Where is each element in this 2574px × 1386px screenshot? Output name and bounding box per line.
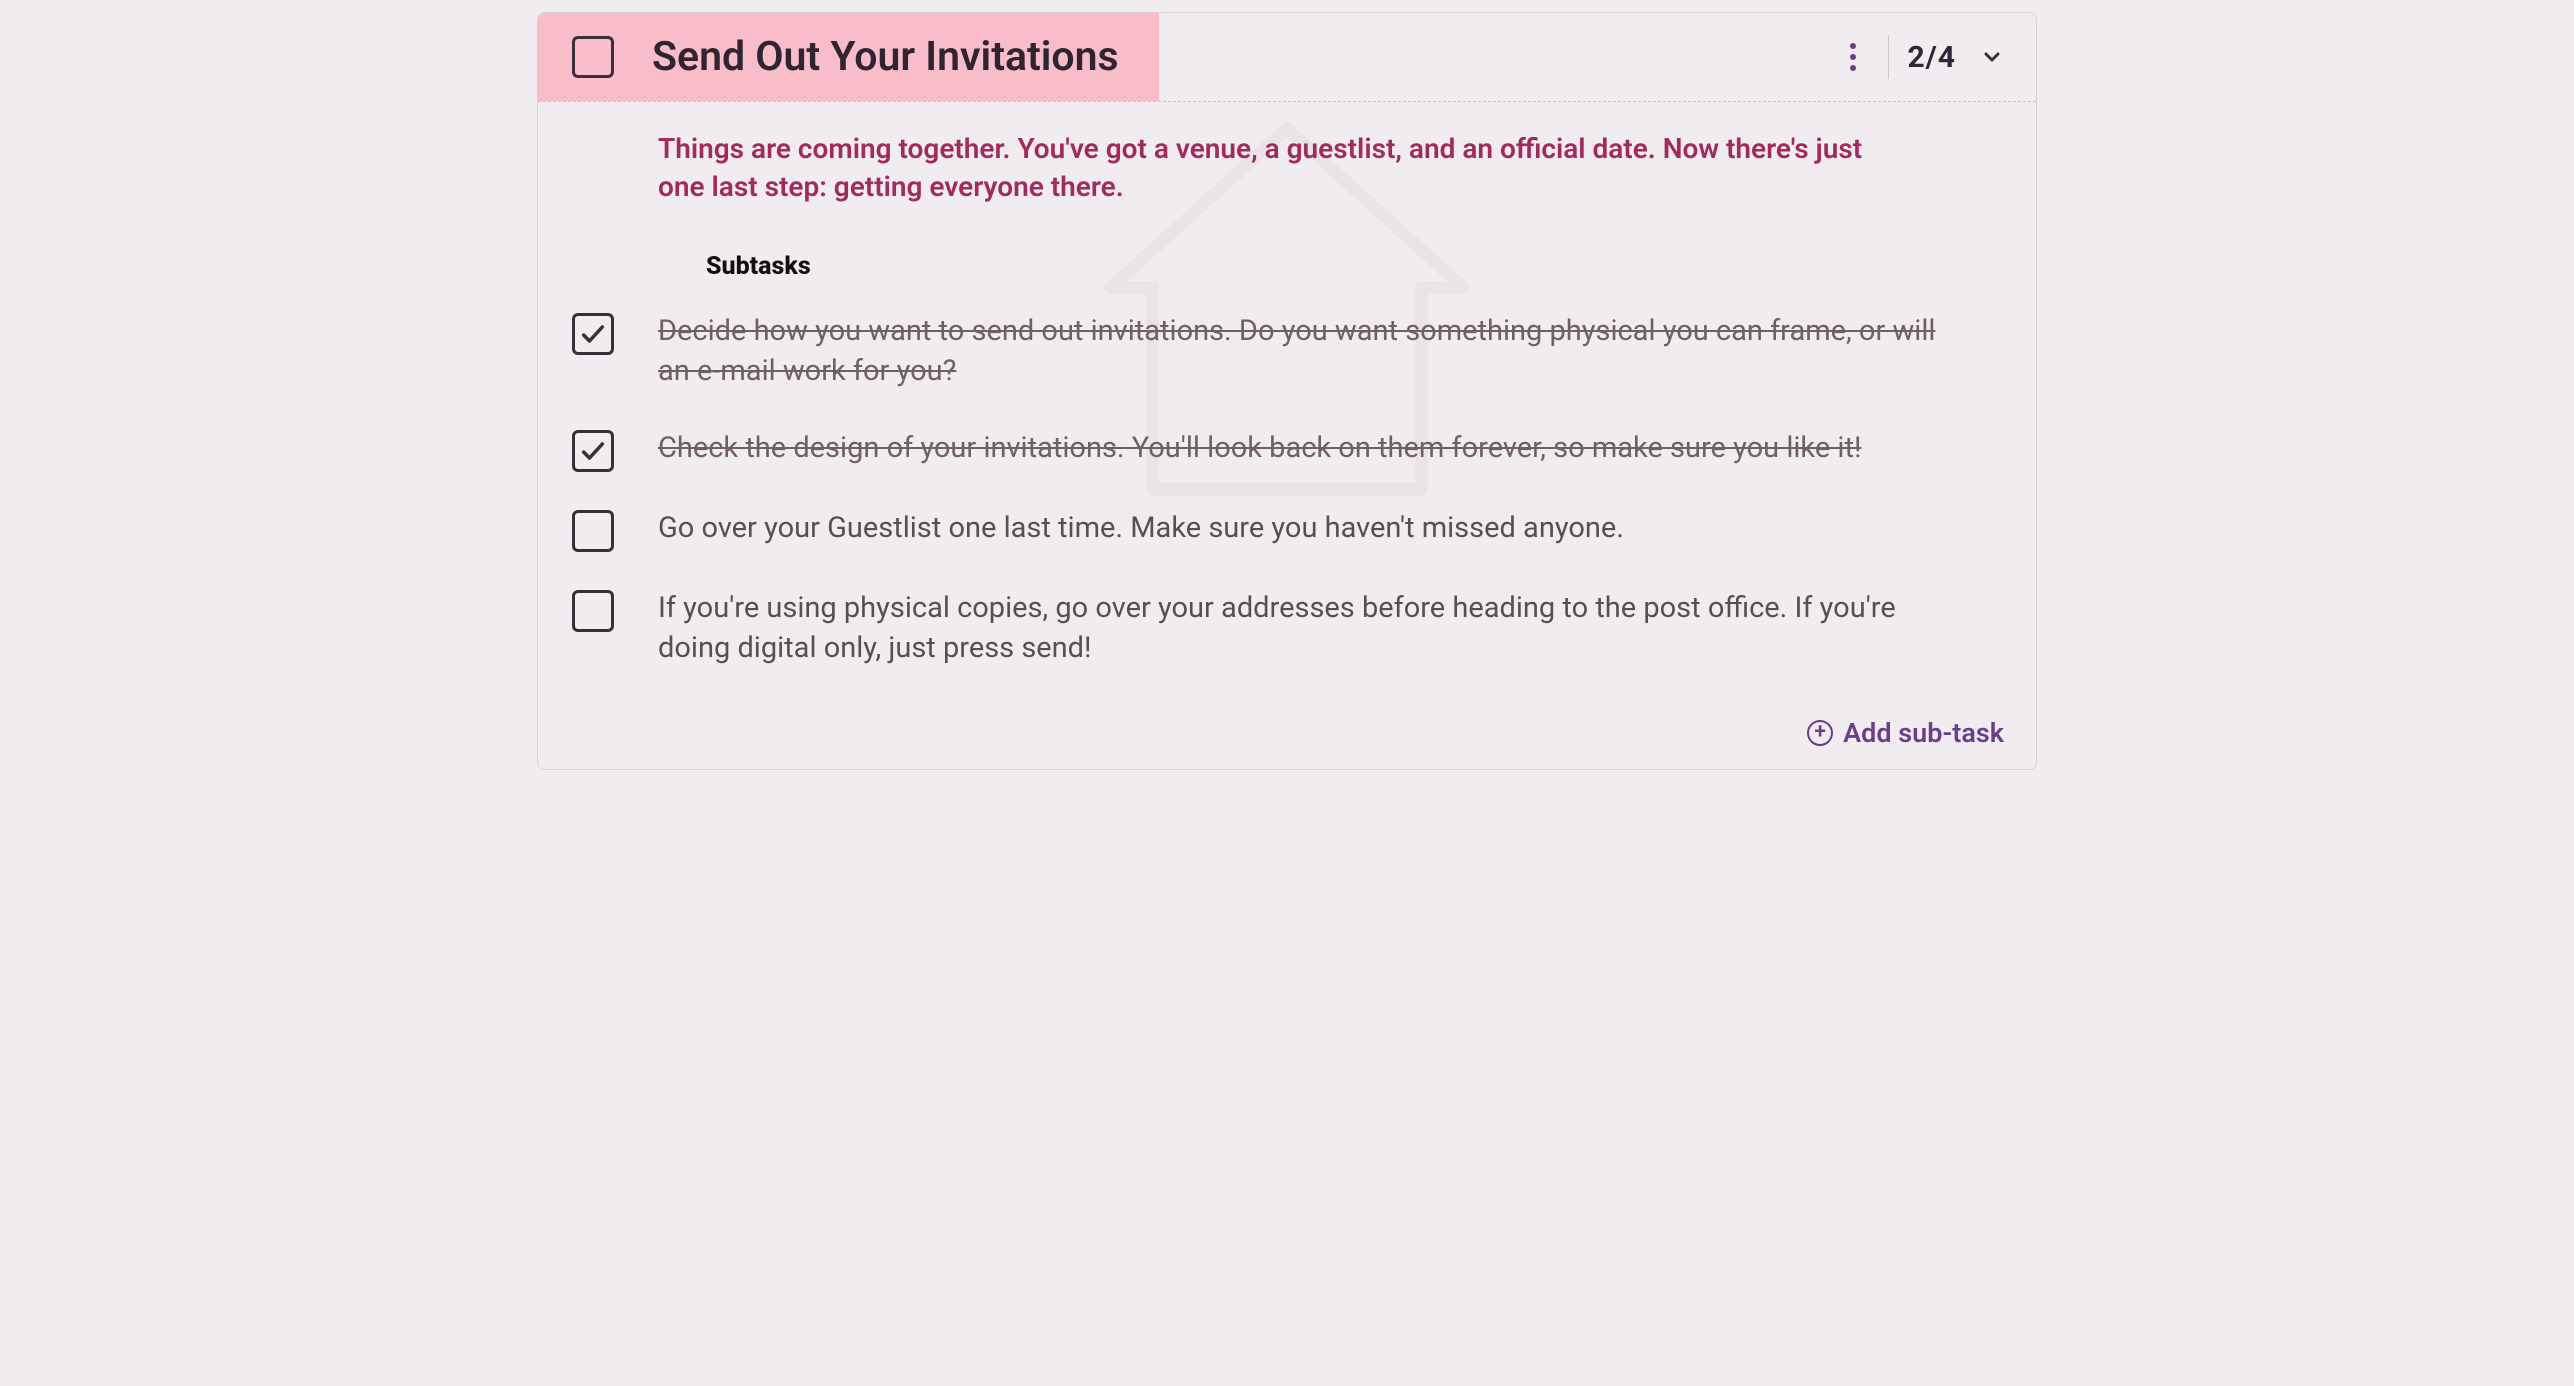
subtask-text: Check the design of your invitations. Yo… xyxy=(658,428,1861,469)
subtask-checkbox[interactable] xyxy=(572,510,614,552)
subtask-row: Decide how you want to send out invitati… xyxy=(572,299,1996,416)
subtask-row: Check the design of your invitations. Yo… xyxy=(572,416,1996,496)
task-checkbox[interactable] xyxy=(572,36,614,78)
subtask-checkbox[interactable] xyxy=(572,313,614,355)
task-footer: + Add sub-task xyxy=(538,711,2036,769)
task-card: Send Out Your Invitations 2/4 Things are… xyxy=(537,12,2037,770)
task-header-actions: 2/4 xyxy=(1836,35,2036,79)
add-subtask-button[interactable]: + Add sub-task xyxy=(1807,717,2004,749)
subtask-text: Decide how you want to send out invitati… xyxy=(658,311,1948,392)
subtask-progress: 2/4 xyxy=(1907,40,1956,75)
plus-icon: + xyxy=(1807,720,1833,746)
task-header-highlight: Send Out Your Invitations xyxy=(538,13,1159,101)
subtasks-heading: Subtasks xyxy=(706,252,1996,281)
subtask-checkbox[interactable] xyxy=(572,430,614,472)
subtask-text: Go over your Guestlist one last time. Ma… xyxy=(658,508,1624,549)
divider xyxy=(1888,35,1889,79)
subtask-row: Go over your Guestlist one last time. Ma… xyxy=(572,496,1996,576)
more-options-icon[interactable] xyxy=(1836,36,1870,78)
task-title: Send Out Your Invitations xyxy=(652,33,1119,81)
subtask-text: If you're using physical copies, go over… xyxy=(658,588,1948,669)
task-description: Things are coming together. You've got a… xyxy=(658,130,1898,206)
task-body: Things are coming together. You've got a… xyxy=(538,102,2036,711)
subtasks-list: Decide how you want to send out invitati… xyxy=(572,299,1996,693)
add-subtask-label: Add sub-task xyxy=(1843,717,2004,749)
collapse-toggle[interactable] xyxy=(1974,39,2010,75)
task-header: Send Out Your Invitations 2/4 xyxy=(538,13,2036,102)
subtask-checkbox[interactable] xyxy=(572,590,614,632)
subtask-row: If you're using physical copies, go over… xyxy=(572,576,1996,693)
